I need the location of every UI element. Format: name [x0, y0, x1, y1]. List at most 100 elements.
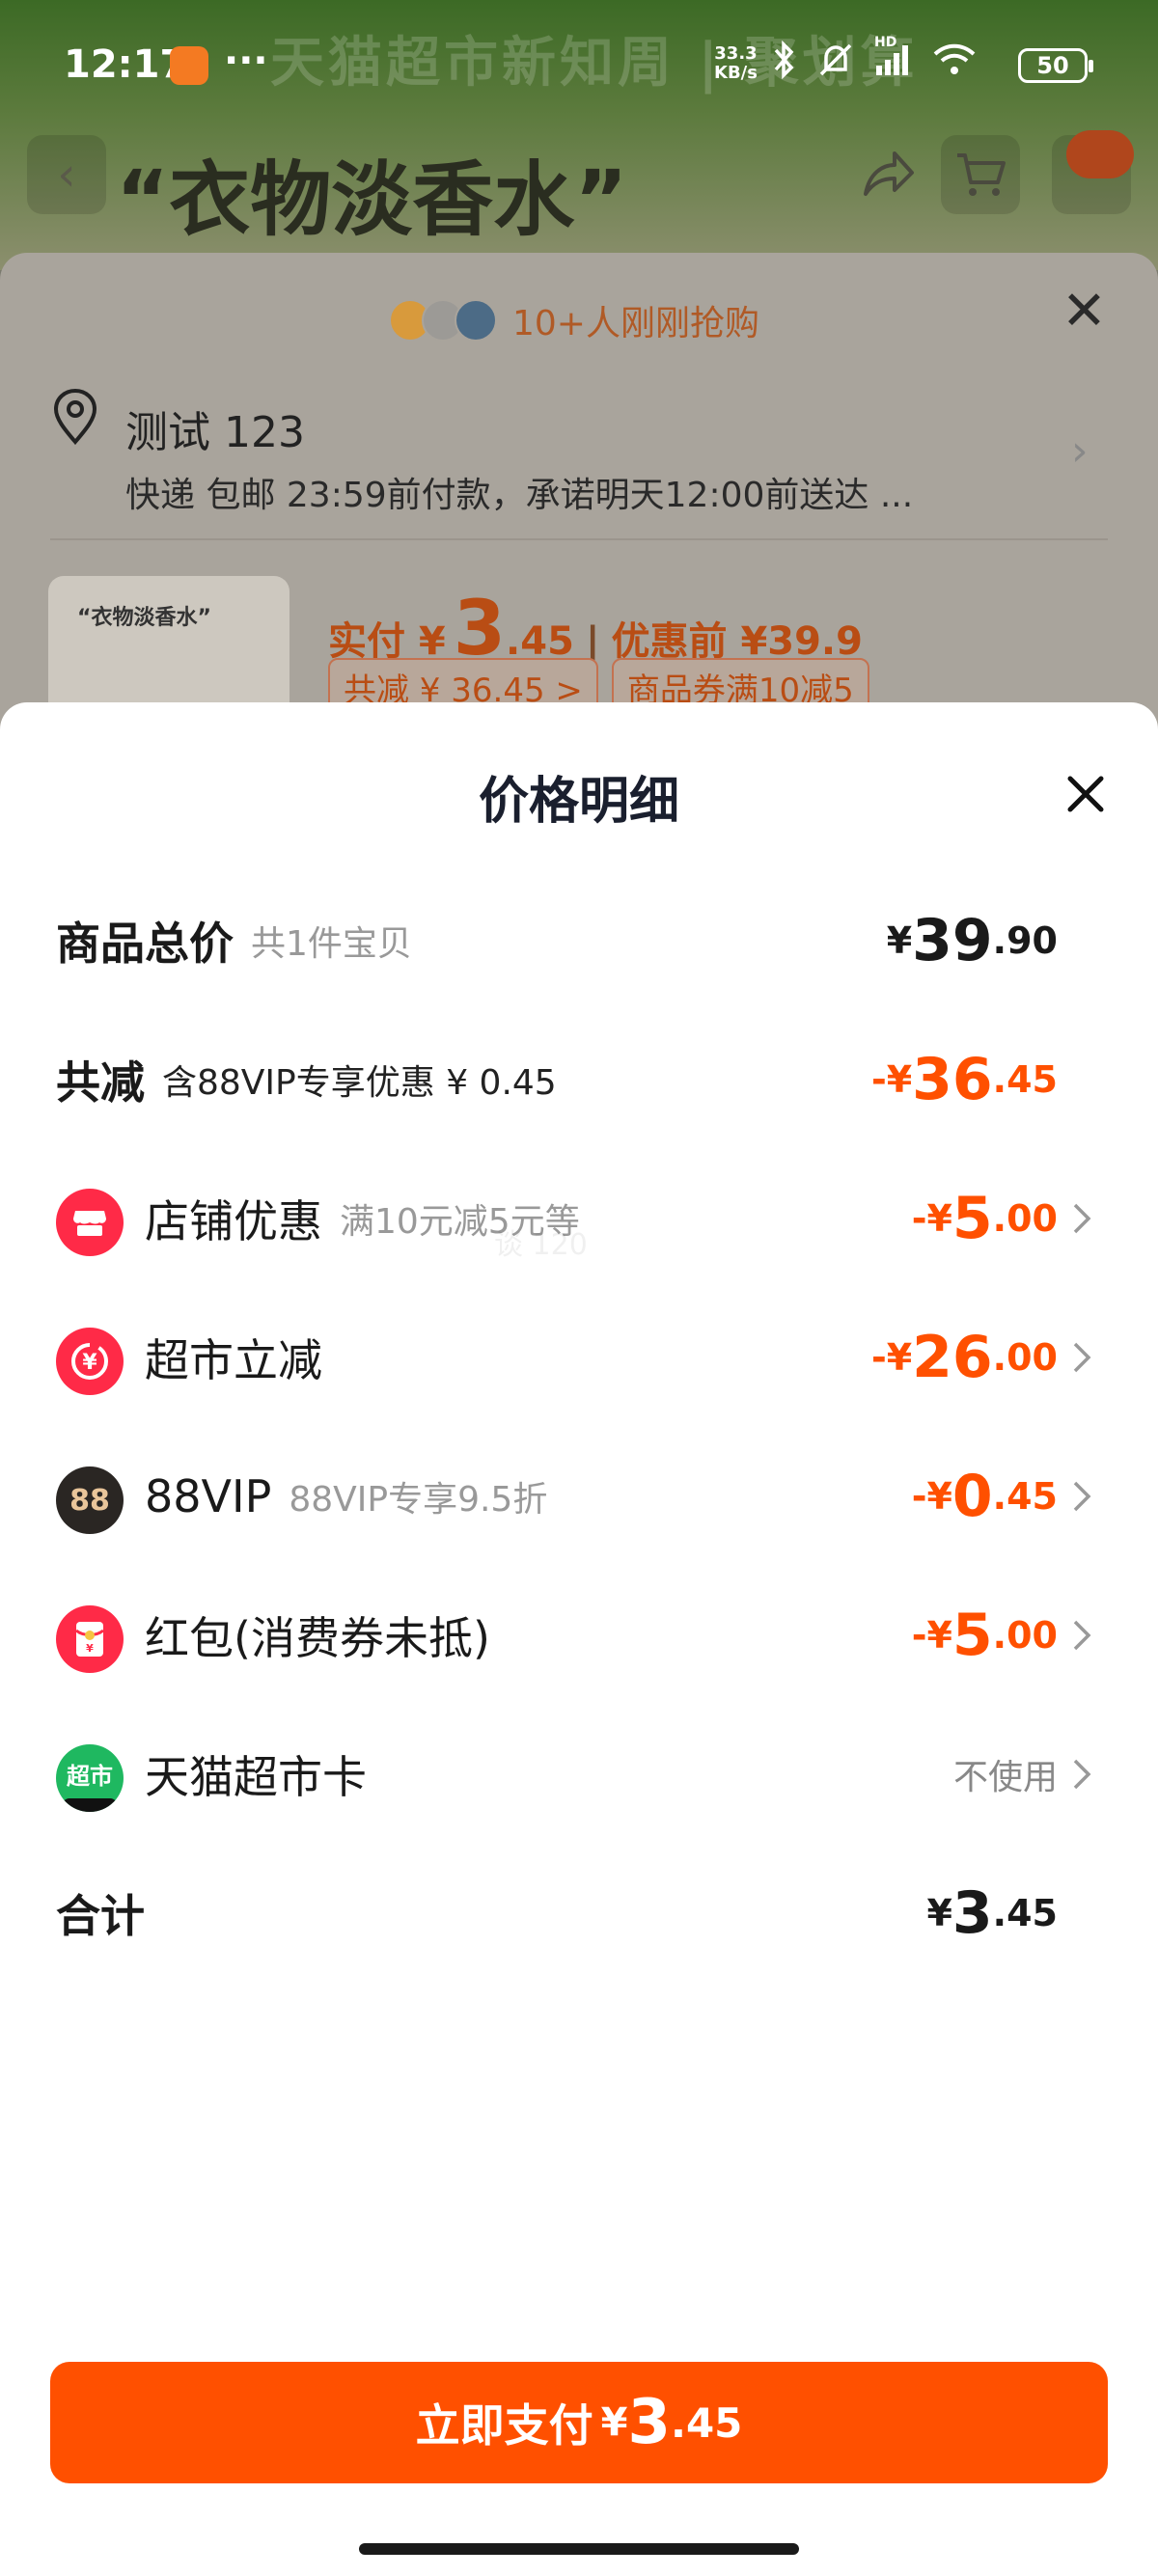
close-icon: ✕ — [1062, 280, 1107, 343]
row-total-discount: 共减 含88VIP专享优惠 ¥ 0.45 -¥ 36.45 — [0, 1027, 1158, 1133]
value-symbol: -¥ — [911, 1475, 952, 1518]
shop-icon — [56, 1189, 124, 1256]
row-item-total: 商品总价 共1件宝贝 ¥39.90 — [0, 888, 1158, 994]
row-item-total-label-wrap: 商品总价 共1件宝贝 — [56, 888, 412, 994]
row-label: 超市立减 — [145, 1334, 322, 1386]
row-sub: 共1件宝贝 — [251, 924, 412, 964]
wifi-icon — [932, 42, 977, 87]
value-dec: .45 — [992, 1892, 1058, 1934]
signal-icon: HD — [874, 35, 913, 87]
location-pin-icon — [53, 388, 97, 446]
status-bar: 12:17 ··· 33.3 KB/s HD 50 — [0, 0, 1158, 125]
row-grand-total-label-wrap: 合计 — [56, 1860, 145, 1966]
share-icon — [864, 151, 914, 196]
row-88vip[interactable]: 88 88VIP 88VIP专享9.5折 -¥ 0.45 — [0, 1443, 1158, 1549]
row-value: -¥ 36.45 — [871, 1027, 1058, 1133]
value-symbol: -¥ — [870, 1058, 913, 1101]
red-envelope-icon: ¥ — [56, 1605, 124, 1673]
row-red-envelope[interactable]: ¥ 红包(消费券未抵) -¥ 5.00 — [0, 1582, 1158, 1688]
mute-icon — [816, 41, 855, 89]
value-dec: .45 — [992, 1058, 1058, 1101]
row-supermarket-discount[interactable]: ¥ 超市立减 -¥ 26.00 — [0, 1304, 1158, 1411]
row-value: ¥3.45 — [926, 1860, 1058, 1966]
row-label: 天猫超市卡 — [145, 1751, 367, 1803]
pay-int: 3 — [627, 2387, 671, 2458]
row-label: 合计 — [56, 1890, 145, 1942]
close-icon — [1067, 776, 1104, 812]
value-symbol: -¥ — [911, 1197, 952, 1240]
app-notification-icon — [170, 46, 208, 85]
watermark: 谈 120 — [494, 1228, 588, 1262]
row-value: -¥ 26.00 — [871, 1304, 1058, 1411]
pay-label: 立即支付 — [415, 2399, 593, 2452]
chevron-right-icon — [1071, 1443, 1092, 1549]
vip88-icon: 88 — [56, 1466, 124, 1534]
svg-text:¥: ¥ — [82, 1351, 97, 1375]
row-grand-total: 合计 ¥3.45 — [0, 1860, 1158, 1966]
row-sub: 含88VIP专享优惠 ¥ 0.45 — [162, 1063, 557, 1103]
hd-badge: HD — [874, 35, 897, 50]
value-symbol: -¥ — [870, 1336, 913, 1379]
back-button[interactable]: ‹ — [27, 135, 106, 214]
net-speed-value: 33.3 — [714, 43, 758, 64]
chevron-right-icon: › — [1071, 426, 1089, 476]
pay-dec: .45 — [670, 2398, 743, 2447]
net-speed: 33.3 KB/s — [714, 44, 758, 83]
yen-discount-icon: ¥ — [56, 1328, 124, 1395]
value-int: 0 — [951, 1463, 993, 1530]
value-dec: .00 — [992, 1336, 1058, 1379]
value-int: 5 — [951, 1602, 993, 1669]
modal-title: 价格明细 — [478, 773, 679, 831]
value-int: 3 — [951, 1879, 993, 1947]
value-symbol: -¥ — [911, 1614, 952, 1657]
net-speed-unit: KB/s — [714, 63, 758, 83]
value-symbol: ¥ — [886, 919, 913, 962]
price-detail-modal: 价格明细 商品总价 共1件宝贝 ¥39.90 共减 含88VIP专享优惠 ¥ 0… — [0, 702, 1158, 2576]
cart-button[interactable] — [941, 135, 1020, 214]
recent-buyers: 10+人刚刚抢购 — [0, 272, 1158, 369]
cart-icon — [957, 153, 1006, 196]
row-value: -¥ 5.00 — [912, 1582, 1058, 1688]
status-time: 12:17 — [64, 42, 187, 87]
envelope-icon-text: ¥ — [86, 1642, 94, 1655]
value-dec: .90 — [992, 919, 1058, 962]
pay-symbol: ¥ — [600, 2400, 628, 2445]
tmall-card-icon: 超市 — [56, 1744, 124, 1812]
status-icons: HD — [772, 35, 977, 89]
row-total-discount-label-wrap: 共减 含88VIP专享优惠 ¥ 0.45 — [56, 1027, 557, 1133]
chevron-left-icon: ‹ — [57, 148, 76, 202]
row-value: 不使用 — [952, 1758, 1058, 1797]
row-label: 共减 — [56, 1056, 145, 1109]
row-label: 88VIP — [145, 1470, 272, 1522]
value-dec: .00 — [992, 1614, 1058, 1657]
pay-now-button[interactable]: 立即支付 ¥3.45 — [50, 2362, 1108, 2483]
row-label: 店铺优惠 — [145, 1195, 322, 1247]
recent-buyers-text: 10+人刚刚抢购 — [512, 304, 759, 343]
row-value: -¥ 5.00 — [912, 1165, 1058, 1272]
row-sub: 88VIP专享9.5折 — [289, 1480, 548, 1520]
row-label: 红包(消费券未抵) — [145, 1612, 490, 1664]
row-88vip-label-wrap: 88VIP 88VIP专享9.5折 — [145, 1443, 547, 1549]
row-value: ¥39.90 — [887, 888, 1058, 994]
chevron-right-icon — [1071, 1721, 1092, 1827]
battery-icon: 50 — [1018, 48, 1093, 83]
chevron-right-icon — [1071, 1304, 1092, 1411]
home-indicator[interactable] — [359, 2543, 799, 2555]
cat-face-icon — [62, 1798, 118, 1812]
row-supermarket-label-wrap: 超市立减 — [145, 1304, 322, 1411]
value-int: 5 — [951, 1185, 993, 1252]
row-tmall-card-label-wrap: 天猫超市卡 — [145, 1721, 367, 1827]
message-badge — [1066, 130, 1134, 178]
divider — [50, 538, 1108, 540]
order-close-button[interactable]: ✕ — [1062, 280, 1107, 343]
row-value: -¥ 0.45 — [912, 1443, 1058, 1549]
address-name[interactable]: 测试 123 — [125, 397, 305, 459]
thumbnail-text: “衣物淡香水” — [77, 606, 211, 630]
more-notifications-icon: ··· — [224, 39, 268, 83]
chevron-right-icon — [1071, 1165, 1092, 1272]
modal-close-button[interactable] — [1052, 760, 1119, 828]
share-button[interactable] — [849, 135, 928, 214]
avatar — [455, 299, 497, 342]
buyer-avatars — [389, 299, 497, 342]
row-tmall-card[interactable]: 超市 天猫超市卡 不使用 — [0, 1721, 1158, 1827]
